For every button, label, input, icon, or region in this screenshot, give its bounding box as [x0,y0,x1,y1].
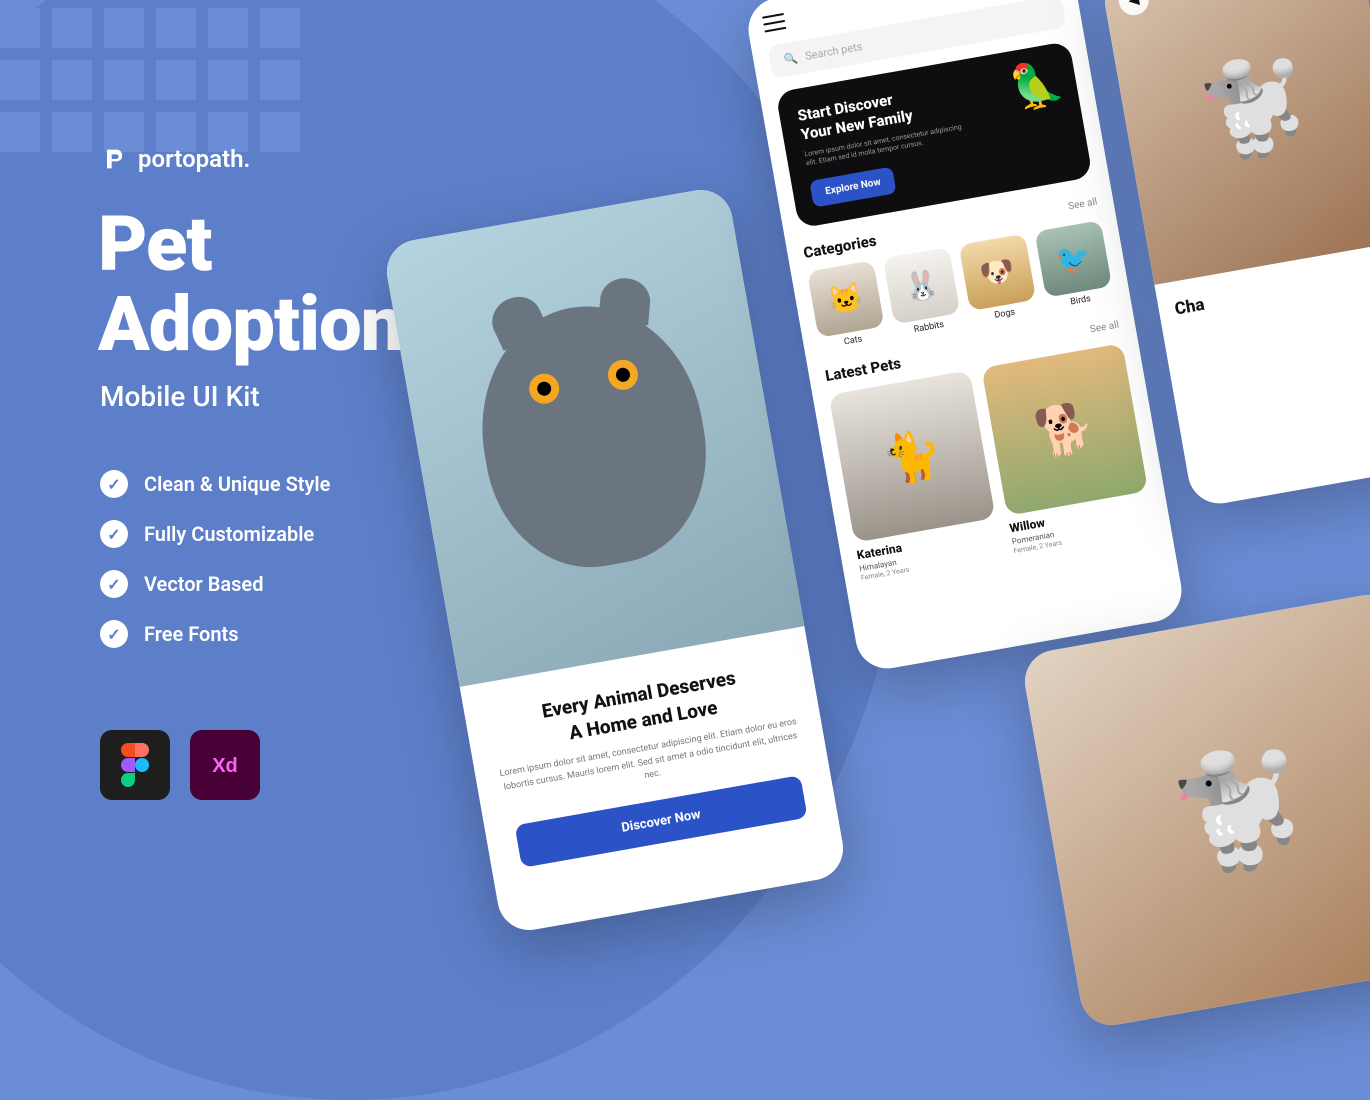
tool-badges: Xd [100,730,260,800]
portopath-icon [100,145,128,173]
search-icon: 🔍 [783,51,799,66]
brand-logo: portopath. [100,145,250,173]
pet-card-katerina[interactable]: 🐈 Katerina Himalayan Female, 2 Years [829,370,1003,582]
svg-text:Xd: Xd [212,755,238,777]
category-rabbits[interactable]: 🐰Rabbits [883,247,963,338]
brand-name: portopath. [138,145,250,173]
feature-item: ✓Vector Based [100,570,330,598]
check-icon: ✓ [100,620,128,648]
pet-detail-image: 🐩 [1100,0,1370,285]
category-dogs[interactable]: 🐶Dogs [959,234,1039,325]
category-birds[interactable]: 🐦Birds [1034,220,1114,311]
check-icon: ✓ [100,570,128,598]
check-icon: ✓ [100,470,128,498]
menu-icon[interactable] [762,13,786,33]
category-cats[interactable]: 🐱Cats [807,260,887,351]
figma-icon [100,730,170,800]
phone-mockup-partial: 🐩 [1020,590,1370,1030]
feature-item: ✓Free Fonts [100,620,330,648]
subheadline: Mobile UI Kit [100,380,260,413]
categories-heading: Categories [802,232,878,263]
pet-card-willow[interactable]: 🐕 Willow Pomeranian Female, 2 Years [981,343,1155,555]
latest-pets-list: 🐈 Katerina Himalayan Female, 2 Years 🐕 W… [829,343,1155,582]
decorative-grid [0,8,300,152]
xd-icon: Xd [190,730,260,800]
explore-button[interactable]: Explore Now [809,167,897,208]
latest-heading: Latest Pets [824,354,902,385]
parrot-image: 🦜 [1005,55,1068,116]
see-all-link[interactable]: See all [1067,196,1098,212]
headline: Pet Adoption [98,205,403,365]
feature-list: ✓Clean & Unique Style ✓Fully Customizabl… [100,470,330,648]
feature-item: ✓Clean & Unique Style [100,470,330,498]
check-icon: ✓ [100,520,128,548]
see-all-link[interactable]: See all [1089,319,1120,335]
pet-image: 🐩 [1020,590,1370,1030]
feature-item: ✓Fully Customizable [100,520,330,548]
